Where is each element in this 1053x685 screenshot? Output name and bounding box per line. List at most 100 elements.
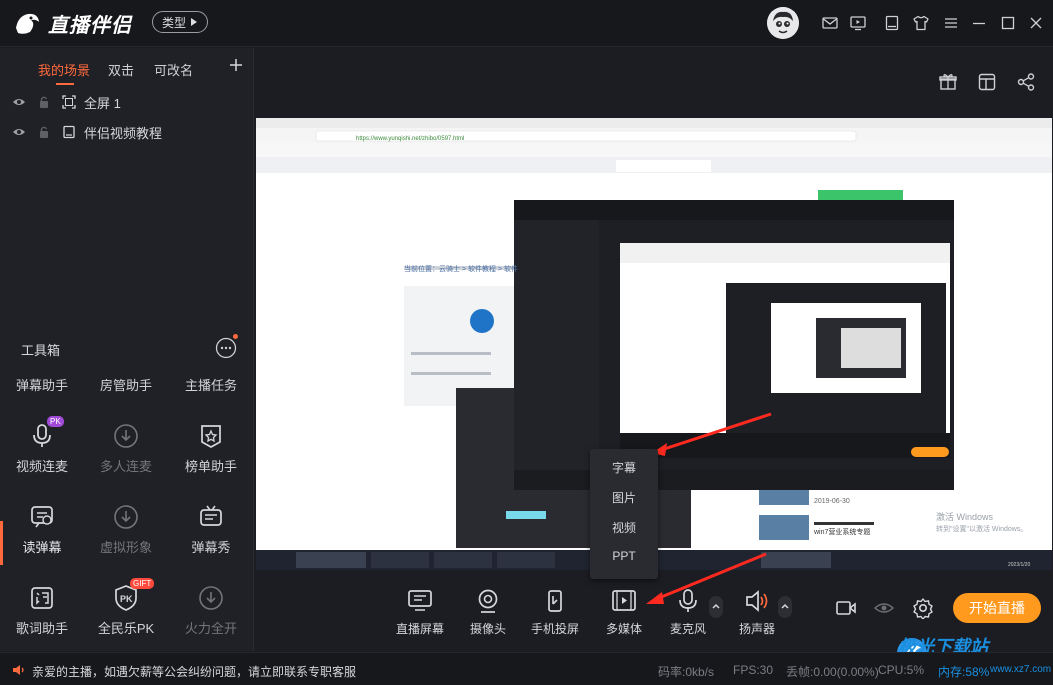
source-item[interactable]: 全屏 1 (0, 89, 254, 115)
camera-button[interactable]: 摄像头 (453, 588, 523, 637)
layout-icon[interactable] (977, 72, 997, 92)
mail-icon[interactable] (821, 14, 839, 32)
toolbar-label: 麦克风 (669, 622, 706, 636)
tool-label: 读弹幕 (22, 540, 62, 555)
close-icon[interactable] (1027, 14, 1045, 32)
gift-icon[interactable] (938, 72, 958, 92)
tool-danmu-assistant[interactable]: 弹幕助手 (0, 375, 84, 394)
notification-dot (233, 334, 238, 339)
tool-host-tasks[interactable]: 主播任务 (169, 375, 253, 394)
speaker-icon (746, 590, 768, 612)
menu-icon[interactable] (942, 14, 960, 32)
tool-read-danmu[interactable]: 读弹幕 (0, 503, 84, 556)
settings-icon[interactable] (912, 597, 934, 619)
start-live-button[interactable]: 开始直播 (953, 593, 1041, 623)
menu-item-image[interactable]: 图片 (590, 489, 658, 506)
video-tutorial-icon[interactable] (849, 14, 867, 32)
avatar[interactable] (767, 7, 799, 39)
tool-video-link[interactable]: PK 视频连麦 (0, 416, 84, 475)
phone-cast-button[interactable]: 手机投屏 (520, 588, 590, 637)
lock-icon[interactable] (37, 125, 51, 139)
tool-label: 主播任务 (184, 378, 237, 393)
logo-mark-icon (16, 13, 39, 34)
download-icon (199, 586, 223, 610)
watermark-url: www.xz7.com (990, 664, 1052, 675)
eye-icon[interactable] (12, 95, 26, 109)
memory-status: 内存:58% (938, 665, 990, 679)
pk-badge: PK (47, 416, 64, 427)
camera-icon (478, 589, 498, 613)
toolbar-label: 直播屏幕 (395, 622, 444, 636)
fps-status: FPS:30 (733, 663, 774, 677)
article-date: 2019-06-30 (814, 498, 850, 505)
tab-rename[interactable]: 可改名 (154, 60, 193, 79)
left-panel: 我的场景 双击 可改名 全屏 1 伴侣视频教程 工具箱 弹幕助手 房管助手 主播… (0, 48, 254, 651)
source-item[interactable]: 伴侣视频教程 (0, 119, 254, 145)
tool-room-manager[interactable]: 房管助手 (84, 375, 168, 394)
tool-pk[interactable]: PK GIFT 全民乐PK (84, 578, 168, 637)
title-bar: 直播伴侣 类型 (0, 0, 1053, 47)
menu-item-video[interactable]: 视频 (590, 519, 658, 536)
skin-icon[interactable] (912, 14, 930, 32)
toolbar-label: 扬声器 (738, 622, 775, 636)
source-label: 全屏 1 (84, 95, 121, 111)
gift-badge: GIFT (130, 578, 155, 589)
microphone-options-toggle[interactable] (709, 596, 723, 618)
screen-icon (408, 590, 432, 611)
tab-double-click[interactable]: 双击 (108, 60, 134, 79)
app-logo: 直播伴侣 (12, 8, 132, 38)
tool-label: 歌词助手 (15, 621, 68, 636)
tab-my-scene[interactable]: 我的场景 (38, 60, 90, 79)
breadcrumb-text: 当前位置：云骑士 > 软件教程 > 软件 (404, 264, 518, 273)
fullscreen-icon (62, 95, 76, 109)
article-title: win7营业系统专题 (813, 527, 870, 536)
eye-icon[interactable] (12, 125, 26, 139)
tool-label: 视频连麦 (15, 459, 68, 474)
tool-label: 弹幕助手 (15, 378, 68, 393)
share-icon[interactable] (1016, 72, 1036, 92)
record-icon[interactable] (835, 598, 857, 618)
taskbar-clock: 2023/1/20 (1008, 562, 1030, 568)
multimedia-icon (612, 590, 636, 611)
app-name: 直播伴侣 (48, 14, 132, 37)
lock-icon[interactable] (37, 95, 51, 109)
windows-activation-subtext: 转到"设置"以激活 Windows。 (936, 524, 1027, 533)
type-button[interactable]: 类型 (152, 11, 208, 33)
tool-label: 房管助手 (99, 378, 152, 393)
minimize-icon[interactable] (970, 14, 988, 32)
avatar-image (767, 7, 799, 39)
tool-label: 虚拟形象 (99, 540, 152, 555)
cpu-status: CPU:5% (878, 663, 925, 677)
speaker-options-toggle[interactable] (778, 596, 792, 618)
microphone-icon (679, 589, 697, 612)
toolbar-label: 摄像头 (469, 622, 506, 636)
maximize-icon[interactable] (999, 14, 1017, 32)
tool-lyrics[interactable]: 歌词助手 (0, 584, 84, 637)
tool-label: 弹幕秀 (191, 540, 231, 555)
notice-text[interactable]: 亲爱的主播，如遇欠薪等公会纠纷问题，请立即联系专职客服 (32, 663, 356, 680)
dropped-frames-status: 丢帧:0.00(0.00%) (786, 665, 879, 679)
phone-icon (548, 590, 562, 612)
tool-label: 多人连麦 (99, 459, 152, 474)
tool-ranking[interactable]: 榜单助手 (169, 422, 253, 475)
menu-item-subtitle[interactable]: 字幕 (590, 459, 658, 476)
tool-danmu-show[interactable]: 弹幕秀 (169, 503, 253, 556)
chevron-up-icon (712, 603, 720, 609)
bitrate-status: 码率:0kb/s (658, 665, 715, 679)
preview-eye-icon[interactable] (874, 598, 894, 618)
chevron-up-icon (781, 603, 789, 609)
download-icon (114, 424, 138, 448)
app-window: 直播伴侣 类型 我的场景 双击 可改名 全屏 1 伴侣视频教程 工具箱 弹幕助手… (0, 0, 1053, 685)
type-label: 类型 (161, 15, 186, 30)
notebook-icon[interactable] (883, 14, 901, 32)
tool-multi-link[interactable]: 多人连麦 (84, 422, 168, 475)
tool-avatar[interactable]: 虚拟形象 (84, 503, 168, 556)
multimedia-button[interactable]: 多媒体 (589, 588, 659, 637)
source-label: 伴侣视频教程 (84, 125, 163, 141)
tool-firepower[interactable]: 火力全开 (169, 584, 253, 637)
active-tab-underline (56, 83, 74, 85)
add-scene-icon[interactable] (228, 57, 244, 73)
toolbar-label: 手机投屏 (530, 622, 579, 636)
more-icon[interactable] (215, 337, 237, 359)
live-screen-button[interactable]: 直播屏幕 (385, 588, 455, 637)
